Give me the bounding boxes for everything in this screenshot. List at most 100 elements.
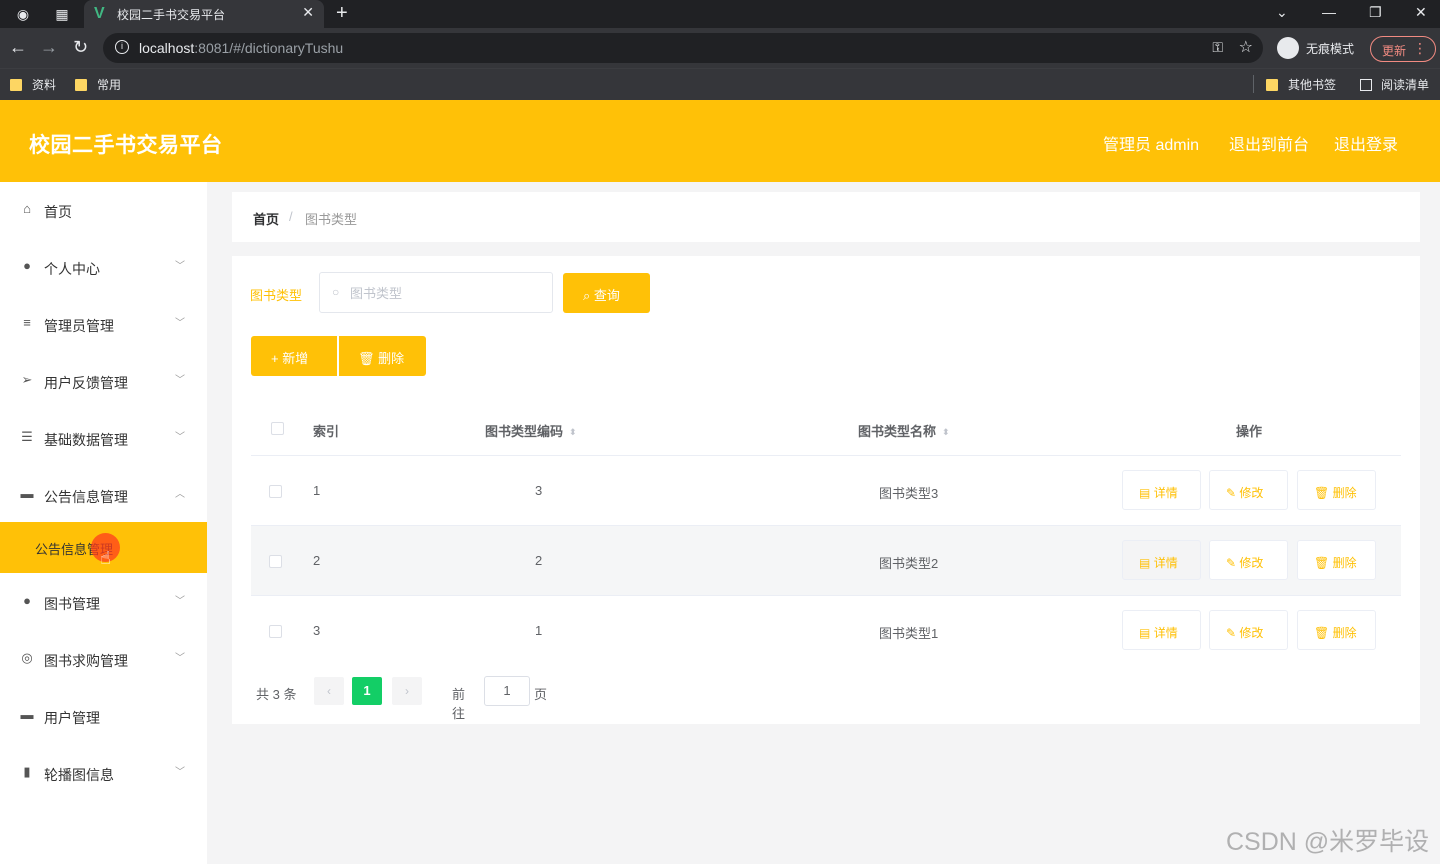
page-jump-input[interactable]: 1 xyxy=(484,676,530,706)
cell-code: 3 xyxy=(535,483,543,498)
select-all-checkbox[interactable] xyxy=(271,422,284,435)
sort-icon[interactable]: ⬍ xyxy=(569,428,577,437)
new-tab-icon[interactable]: + xyxy=(336,2,348,25)
other-bookmarks[interactable]: 其他书签 xyxy=(1266,76,1336,93)
reading-list[interactable]: 阅读清单 xyxy=(1360,76,1429,93)
delete-button[interactable]: 🗑 删除 xyxy=(1297,470,1376,510)
site-info-icon[interactable]: i xyxy=(115,40,129,54)
watermark: CSDN @米罗毕设 xyxy=(1226,828,1430,856)
pagination-goto-label: 前往 xyxy=(452,687,466,721)
app-header: 校园二手书交易平台 管理员 admin 退出到前台 退出登录 xyxy=(0,100,1440,182)
menu-icon: ≡ xyxy=(23,315,31,330)
edit-button[interactable]: ✎ 修改 xyxy=(1209,540,1288,580)
cell-index: 1 xyxy=(313,483,321,498)
chevron-up-icon: ︿ xyxy=(175,489,185,500)
col-name[interactable]: 图书类型名称 ⬍ xyxy=(858,421,950,440)
minimize-icon[interactable]: — xyxy=(1322,4,1336,20)
back-icon[interactable]: ← xyxy=(9,37,27,58)
sidebar-item-admins[interactable]: ≡ 管理员管理 ﹀ xyxy=(0,296,207,352)
browser-toolbar: ← → ↻ i localhost:8081/#/dictionaryTushu… xyxy=(0,28,1440,68)
folder-icon xyxy=(75,79,87,91)
window-close-icon[interactable]: ✕ xyxy=(1415,4,1427,21)
next-page-icon[interactable]: › xyxy=(392,677,422,705)
forward-icon[interactable]: → xyxy=(40,37,58,58)
address-bar[interactable]: i localhost:8081/#/dictionaryTushu ⚿ ☆ xyxy=(103,33,1263,63)
tab-search-icon[interactable]: ⌄ xyxy=(1276,4,1288,21)
bookmark-folder[interactable]: 资料 xyxy=(10,76,56,93)
delete-button[interactable]: 🗑 删除 xyxy=(1297,540,1376,580)
search-input[interactable] xyxy=(350,284,540,302)
front-page-link[interactable]: 退出到前台 xyxy=(1229,131,1309,155)
sidebar-item-basic-data[interactable]: ☰ 基础数据管理 ﹀ xyxy=(0,410,207,466)
detail-button[interactable]: ▤ 详情 xyxy=(1122,470,1201,510)
sidebar-item-books[interactable]: ● 图书管理 ﹀ xyxy=(0,574,207,630)
sidebar-item-book-requests[interactable]: ◎ 图书求购管理 ﹀ xyxy=(0,631,207,687)
pinned-tab-icon[interactable]: ▦ xyxy=(52,4,72,24)
sort-icon[interactable]: ⬍ xyxy=(942,428,950,437)
row-checkbox[interactable] xyxy=(269,625,282,638)
detail-button[interactable]: ▤ 详情 xyxy=(1122,610,1201,650)
admin-user-label: 管理员 admin xyxy=(1103,137,1200,154)
cell-index: 2 xyxy=(313,553,321,568)
bookmark-folder[interactable]: 常用 xyxy=(75,76,121,93)
search-icon: ⌕ xyxy=(583,288,591,303)
chevron-down-icon: ﹀ xyxy=(175,432,185,443)
edit-icon: ✎ xyxy=(1226,626,1237,640)
vue-favicon-icon: V xyxy=(94,5,105,22)
edit-button[interactable]: ✎ 修改 xyxy=(1209,470,1288,510)
restore-icon[interactable]: ❐ xyxy=(1369,4,1382,21)
pagination-page-suffix: 页 xyxy=(534,687,548,702)
password-key-icon[interactable]: ⚿ xyxy=(1212,39,1223,56)
sidebar: ⌂ 首页 ● 个人中心 ﹀ ≡ 管理员管理 ﹀ ➢ 用户反馈管理 ﹀ ☰ 基础数… xyxy=(0,182,207,864)
chevron-down-icon: ﹀ xyxy=(175,653,185,664)
col-code[interactable]: 图书类型编码 ⬍ xyxy=(485,421,577,440)
home-icon: ⌂ xyxy=(23,201,31,216)
sliders-icon: ☰ xyxy=(21,429,33,444)
chevron-down-icon: ﹀ xyxy=(175,375,185,386)
trash-icon: 🗑 xyxy=(1314,556,1330,570)
prev-page-icon[interactable]: ‹ xyxy=(314,677,344,705)
query-button[interactable]: ⌕ 查询 xyxy=(563,273,650,313)
row-checkbox[interactable] xyxy=(269,555,282,568)
sidebar-item-home[interactable]: ⌂ 首页 xyxy=(0,182,207,238)
breadcrumb: 首页 / 图书类型 xyxy=(232,192,1420,242)
batch-delete-button[interactable]: 🗑 删除 xyxy=(339,336,426,376)
app-title: 校园二手书交易平台 xyxy=(29,134,223,157)
trash-icon: 🗑 xyxy=(1314,486,1330,500)
plus-icon: + xyxy=(271,351,279,366)
table-row: 2 2 图书类型2 ▤ 详情 ✎ 修改 🗑 删除 xyxy=(251,525,1401,595)
monitor-icon: ▬ xyxy=(20,707,34,722)
monitor-icon: ▬ xyxy=(20,486,34,501)
sidebar-item-users[interactable]: ▬ 用户管理 xyxy=(0,688,207,744)
cell-code: 2 xyxy=(535,553,543,568)
sidebar-item-profile[interactable]: ● 个人中心 ﹀ xyxy=(0,239,207,295)
edit-button[interactable]: ✎ 修改 xyxy=(1209,610,1288,650)
circle-icon: ◎ xyxy=(21,650,33,665)
cell-index: 3 xyxy=(313,623,321,638)
breadcrumb-home[interactable]: 首页 xyxy=(253,209,279,228)
bookmark-star-icon[interactable]: ☆ xyxy=(1239,37,1253,57)
sidebar-item-announcements[interactable]: ▬ 公告信息管理 ︿ xyxy=(0,467,207,523)
chevron-down-icon: ﹀ xyxy=(175,767,185,778)
chevron-down-icon: ﹀ xyxy=(175,318,185,329)
reload-icon[interactable]: ↻ xyxy=(73,37,88,58)
add-button[interactable]: + 新增 xyxy=(251,336,337,376)
delete-button[interactable]: 🗑 删除 xyxy=(1297,610,1376,650)
cell-code: 1 xyxy=(535,623,543,638)
bookmarks-bar: 资料 常用 其他书签 阅读清单 xyxy=(0,68,1440,100)
sidebar-item-feedback[interactable]: ➢ 用户反馈管理 ﹀ xyxy=(0,353,207,409)
tab-close-icon[interactable]: ✕ xyxy=(302,4,314,21)
page-number[interactable]: 1 xyxy=(352,677,382,705)
folder-icon xyxy=(1266,79,1278,91)
search-input-wrapper[interactable]: ○ xyxy=(319,272,553,313)
active-tab[interactable]: V 校园二手书交易平台 ✕ xyxy=(84,0,324,28)
logout-link[interactable]: 退出登录 xyxy=(1334,131,1398,155)
send-icon: ➢ xyxy=(21,372,33,387)
row-checkbox[interactable] xyxy=(269,485,282,498)
search-label: 图书类型 xyxy=(250,288,303,303)
browser-menu-icon[interactable]: ◉ xyxy=(13,4,33,24)
main-panel: 图书类型 ○ ⌕ 查询 + 新增 🗑 删除 索引 图书类型编码⬍ 图书类型名称⬍… xyxy=(232,256,1420,724)
detail-button[interactable]: ▤ 详情 xyxy=(1122,540,1201,580)
sidebar-item-carousel[interactable]: ▮ 轮播图信息 ﹀ xyxy=(0,745,207,801)
update-button[interactable]: 更新 ⋮ xyxy=(1370,36,1436,62)
